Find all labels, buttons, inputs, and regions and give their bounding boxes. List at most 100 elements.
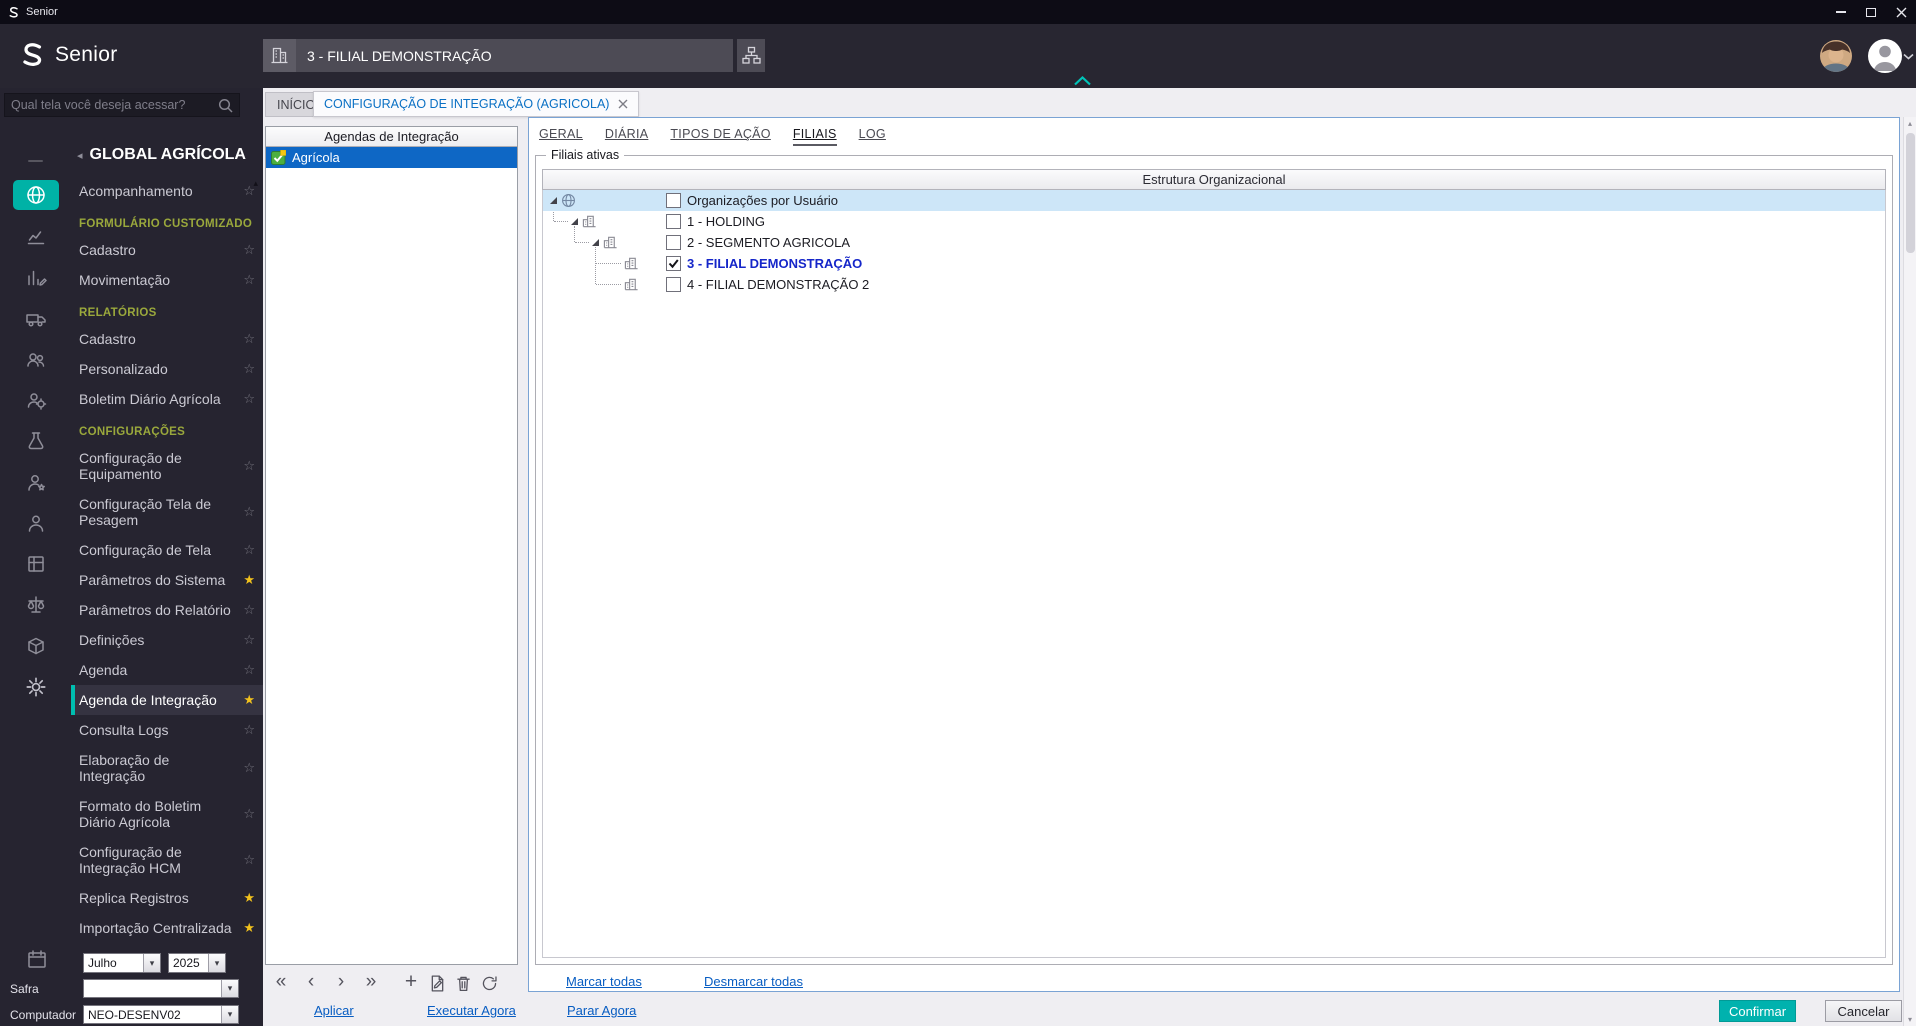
- sidebar-item-configuracao-de-tela[interactable]: Configuração de Tela ☆: [71, 535, 263, 565]
- favorite-star-icon[interactable]: ☆: [243, 272, 255, 288]
- favorite-star-icon[interactable]: ☆: [243, 602, 255, 618]
- favorite-star-icon[interactable]: ☆: [243, 331, 255, 347]
- sidebar-item-replica-registros[interactable]: Replica Registros ★: [71, 883, 263, 913]
- sidebar-item-configuracao-de-equipamento[interactable]: Configuração de Equipamento ☆: [71, 443, 263, 489]
- favorite-star-icon[interactable]: ☆: [243, 632, 255, 648]
- sidebar-item-personalizado[interactable]: Personalizado ☆: [71, 354, 263, 384]
- favorite-star-icon[interactable]: ☆: [243, 361, 255, 377]
- tree-row-filial-demonstracao-2[interactable]: 4 - FILIAL DEMONSTRAÇÃO 2: [543, 274, 1885, 295]
- sidebar-item-cadastro-formulario[interactable]: Cadastro ☆: [71, 235, 263, 265]
- rail-item-inventory[interactable]: [0, 625, 71, 666]
- sidebar-item-acompanhamento[interactable]: Acompanhamento ☆: [71, 176, 263, 206]
- tab-diaria[interactable]: DIÁRIA: [605, 127, 648, 146]
- marcar-todas-link[interactable]: Marcar todas: [566, 974, 642, 989]
- tree-expander-icon[interactable]: [591, 238, 600, 247]
- cancelar-button[interactable]: Cancelar: [1825, 1000, 1902, 1022]
- favorite-star-icon[interactable]: ★: [243, 572, 255, 588]
- next-record-button[interactable]: ›: [326, 971, 356, 996]
- collapse-ribbon-button[interactable]: [1074, 76, 1091, 86]
- sidebar-item-movimentacao[interactable]: Movimentação ☆: [71, 265, 263, 295]
- tab-configuracao-de-integracao[interactable]: CONFIGURAÇÃO DE INTEGRAÇÃO (AGRICOLA): [313, 91, 640, 117]
- checkbox-unchecked[interactable]: [666, 193, 681, 208]
- sidebar-item-configuracao-tela-de-pesagem[interactable]: Configuração Tela de Pesagem ☆: [71, 489, 263, 535]
- scroll-up-icon[interactable]: ▴: [1904, 117, 1916, 130]
- sidebar-item-configuracao-de-integracao-hcm[interactable]: Configuração de Integração HCM ☆: [71, 837, 263, 883]
- tree-row-filial-demonstracao[interactable]: 3 - FILIAL DEMONSTRAÇÃO: [543, 253, 1885, 274]
- module-title[interactable]: ◂ GLOBAL AGRÍCOLA: [71, 138, 263, 176]
- vertical-scrollbar[interactable]: ▴ ▾: [1903, 117, 1916, 1026]
- parar-agora-link[interactable]: Parar Agora: [567, 1003, 636, 1018]
- rail-item-logistics[interactable]: [0, 297, 71, 338]
- sidebar-item-consulta-logs[interactable]: Consulta Logs ☆: [71, 715, 263, 745]
- rail-item-reports[interactable]: [0, 256, 71, 297]
- tree-row-organizacoes[interactable]: Organizações por Usuário: [543, 190, 1885, 211]
- tree-expander-icon[interactable]: [549, 196, 558, 205]
- rail-item-laboratory[interactable]: [0, 420, 71, 461]
- search-input[interactable]: [5, 98, 218, 112]
- rail-item-user-badge[interactable]: [0, 461, 71, 502]
- tab-geral[interactable]: GERAL: [539, 127, 583, 146]
- rail-item-analytics[interactable]: [0, 215, 71, 256]
- favorite-star-icon[interactable]: ☆: [243, 806, 255, 822]
- tab-tipos-de-acao[interactable]: TIPOS DE AÇÃO: [670, 127, 770, 146]
- rail-item-globe[interactable]: [0, 174, 71, 215]
- sidebar-item-cadastro-relatorios[interactable]: Cadastro ☆: [71, 324, 263, 354]
- tree-row-holding[interactable]: 1 - HOLDING: [543, 211, 1885, 232]
- favorite-star-icon[interactable]: ☆: [243, 183, 255, 199]
- user-menu-button[interactable]: [1868, 39, 1902, 73]
- user-menu-caret[interactable]: [1903, 53, 1914, 61]
- favorite-star-icon[interactable]: ★: [243, 920, 255, 936]
- aplicar-link[interactable]: Aplicar: [314, 1003, 354, 1018]
- sidebar-item-formato-do-boletim-diario-agricola[interactable]: Formato do Boletim Diário Agrícola ☆: [71, 791, 263, 837]
- favorite-star-icon[interactable]: ☆: [243, 722, 255, 738]
- organization-structure-button[interactable]: [737, 39, 765, 72]
- edit-record-button[interactable]: [424, 974, 450, 993]
- last-record-button[interactable]: »: [356, 971, 386, 996]
- add-record-button[interactable]: +: [398, 970, 424, 996]
- rail-item-team[interactable]: [0, 338, 71, 379]
- maximize-button[interactable]: [1856, 0, 1886, 24]
- minimize-button[interactable]: [1826, 0, 1856, 24]
- rail-item-scale[interactable]: [0, 584, 71, 625]
- first-record-button[interactable]: «: [266, 971, 296, 996]
- safra-select[interactable]: ▾: [83, 979, 239, 998]
- list-item-agricola[interactable]: Agrícola: [266, 147, 517, 168]
- favorite-star-icon[interactable]: ☆: [243, 852, 255, 868]
- company-selector[interactable]: 3 - FILIAL DEMONSTRAÇÃO: [263, 39, 733, 72]
- rail-item-board[interactable]: [0, 543, 71, 584]
- favorite-star-icon[interactable]: ★: [243, 890, 255, 906]
- sidebar-item-importacao-centralizada[interactable]: Importação Centralizada ★: [71, 913, 263, 940]
- sidebar-item-agenda[interactable]: Agenda ☆: [71, 655, 263, 685]
- favorite-star-icon[interactable]: ☆: [243, 504, 255, 520]
- scrollbar-thumb[interactable]: [1906, 133, 1915, 253]
- rail-item-person[interactable]: [0, 502, 71, 543]
- search-icon[interactable]: [218, 98, 239, 113]
- close-button[interactable]: [1886, 0, 1916, 24]
- month-select[interactable]: Julho ▾: [83, 953, 161, 973]
- tree-expander-icon[interactable]: [570, 217, 579, 226]
- tab-close-icon[interactable]: [618, 99, 628, 109]
- confirmar-button[interactable]: Confirmar: [1719, 1000, 1796, 1022]
- checkbox-unchecked[interactable]: [666, 214, 681, 229]
- scroll-down-icon[interactable]: ▾: [1904, 1013, 1916, 1026]
- refresh-button[interactable]: [476, 974, 502, 993]
- favorite-star-icon[interactable]: ☆: [243, 760, 255, 776]
- tree-row-segmento-agricola[interactable]: 2 - SEGMENTO AGRICOLA: [543, 232, 1885, 253]
- sidebar-item-agenda-de-integracao[interactable]: Agenda de Integração ★: [71, 685, 263, 715]
- rail-item-user-settings[interactable]: [0, 379, 71, 420]
- sidebar-item-definicoes[interactable]: Definições ☆: [71, 625, 263, 655]
- computador-select[interactable]: NEO-DESENV02 ▾: [83, 1005, 239, 1024]
- user-avatar-photo[interactable]: [1820, 40, 1852, 72]
- favorite-star-icon[interactable]: ☆: [243, 458, 255, 474]
- sidebar-item-parametros-do-relatorio[interactable]: Parâmetros do Relatório ☆: [71, 595, 263, 625]
- favorite-star-icon[interactable]: ☆: [243, 242, 255, 258]
- tab-filiais[interactable]: FILIAIS: [792, 127, 837, 146]
- favorite-star-icon[interactable]: ☆: [243, 391, 255, 407]
- sidebar-item-boletim-diario-agricola[interactable]: Boletim Diário Agrícola ☆: [71, 384, 263, 414]
- favorite-star-icon[interactable]: ☆: [243, 542, 255, 558]
- desmarcar-todas-link[interactable]: Desmarcar todas: [704, 974, 803, 989]
- previous-record-button[interactable]: ‹: [296, 971, 326, 996]
- checkbox-unchecked[interactable]: [666, 277, 681, 292]
- tab-log[interactable]: LOG: [859, 127, 886, 146]
- checkbox-unchecked[interactable]: [666, 235, 681, 250]
